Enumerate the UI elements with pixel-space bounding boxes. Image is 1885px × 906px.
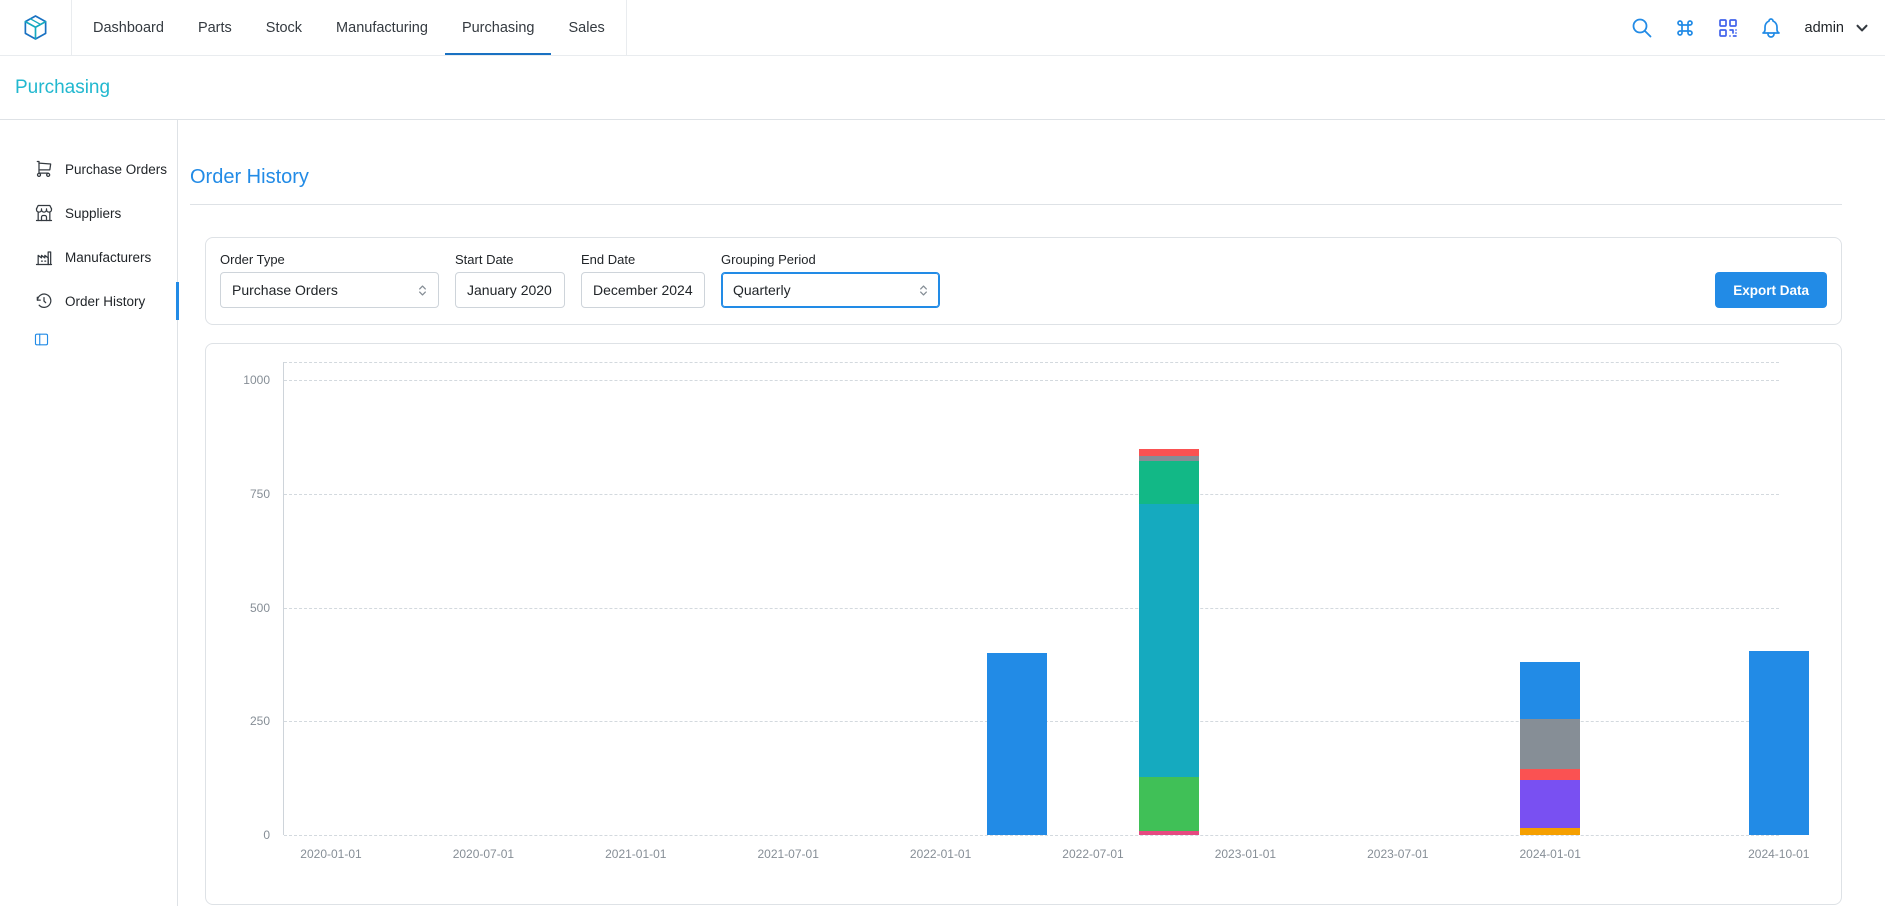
nav-tab-purchasing[interactable]: Purchasing bbox=[445, 0, 552, 55]
start-date-field bbox=[455, 272, 565, 308]
plot-area: 025050075010002020-01-012020-07-012021-0… bbox=[283, 362, 1779, 835]
grouping-period-label: Grouping Period bbox=[721, 252, 940, 267]
search-icon[interactable] bbox=[1625, 11, 1659, 45]
order-history-chart: 0 250 500 750 1000 2020-01-01 2020-07-01 2021-0… bbox=[205, 343, 1842, 905]
sidebar-item-label: Purchase Orders bbox=[65, 162, 167, 177]
bar-segment bbox=[1520, 662, 1580, 719]
username-label: admin bbox=[1805, 20, 1845, 36]
end-date-group: End Date bbox=[581, 252, 705, 308]
sidebar-item-suppliers[interactable]: Suppliers bbox=[0, 191, 177, 235]
user-menu[interactable]: admin bbox=[1805, 19, 1872, 37]
chevron-down-icon bbox=[1853, 19, 1871, 37]
app-root: Dashboard Parts Stock Manufacturing Purc… bbox=[0, 0, 1885, 906]
bar-segment bbox=[1139, 504, 1199, 777]
x-axis-tick-label: 2024-01-01 bbox=[1519, 847, 1580, 861]
bar-segment bbox=[987, 653, 1047, 835]
bar-segment bbox=[1139, 461, 1199, 504]
gridline bbox=[284, 608, 1779, 609]
purchasing-sidebar: Purchase Orders Suppliers bbox=[0, 120, 178, 906]
sidebar-item-order-history[interactable]: Order History bbox=[0, 279, 177, 323]
stacked-bar-2024-10-01 bbox=[1749, 651, 1809, 835]
nav-tab-manufacturing[interactable]: Manufacturing bbox=[319, 0, 445, 55]
end-date-input[interactable] bbox=[593, 282, 696, 298]
start-date-group: Start Date bbox=[455, 252, 565, 308]
x-axis-tick-label: 2023-01-01 bbox=[1215, 847, 1276, 861]
x-axis-tick-label: 2021-01-01 bbox=[605, 847, 666, 861]
order-type-label: Order Type bbox=[220, 252, 439, 267]
history-clock-icon bbox=[34, 291, 54, 311]
bar-segment bbox=[1520, 828, 1580, 835]
order-history-panel: Order History Order Type Purchase Orders bbox=[178, 120, 1885, 906]
grouping-period-select[interactable]: Quarterly bbox=[721, 272, 940, 308]
breadcrumb-purchasing-link[interactable]: Purchasing bbox=[15, 77, 110, 99]
breadcrumb: Purchasing bbox=[0, 56, 1885, 120]
bar-segment bbox=[1520, 719, 1580, 769]
nav-tab-parts[interactable]: Parts bbox=[181, 0, 249, 55]
sidebar-item-label: Order History bbox=[65, 294, 145, 309]
building-factory-icon bbox=[34, 247, 54, 267]
nav-tab-sales[interactable]: Sales bbox=[551, 0, 621, 55]
nav-tab-stock[interactable]: Stock bbox=[249, 0, 319, 55]
gridline bbox=[284, 494, 1779, 495]
x-axis-tick-label: 2023-07-01 bbox=[1367, 847, 1428, 861]
x-axis-tick-label: 2022-01-01 bbox=[910, 847, 971, 861]
bar-segment bbox=[1139, 831, 1199, 835]
building-store-icon bbox=[34, 203, 54, 223]
nav-tab-dashboard[interactable]: Dashboard bbox=[76, 0, 181, 55]
order-type-group: Order Type Purchase Orders bbox=[220, 252, 439, 308]
stacked-bar-2022-04-01 bbox=[987, 653, 1047, 835]
sidebar-item-purchase-orders[interactable]: Purchase Orders bbox=[0, 147, 177, 191]
stacked-bar-2024-01-01 bbox=[1520, 662, 1580, 835]
bar-segment bbox=[1520, 769, 1580, 780]
sidebar-item-label: Suppliers bbox=[65, 206, 121, 221]
sidebar-collapse-icon[interactable] bbox=[33, 331, 50, 348]
selector-icon bbox=[415, 283, 430, 298]
bar-segment bbox=[1749, 651, 1809, 835]
top-navbar: Dashboard Parts Stock Manufacturing Purc… bbox=[0, 0, 1885, 56]
y-axis-tick-label: 1000 bbox=[208, 373, 270, 388]
x-axis-tick-label: 2024-10-01 bbox=[1748, 847, 1809, 861]
scan-qr-icon[interactable] bbox=[1711, 11, 1745, 45]
sidebar-item-label: Manufacturers bbox=[65, 250, 151, 265]
sidebar-item-manufacturers[interactable]: Manufacturers bbox=[0, 235, 177, 279]
y-axis-tick-label: 0 bbox=[208, 828, 270, 843]
export-data-button[interactable]: Export Data bbox=[1715, 272, 1827, 308]
content-area: Purchase Orders Suppliers bbox=[0, 120, 1885, 906]
app-logo-icon[interactable] bbox=[22, 0, 49, 55]
grouping-period-value: Quarterly bbox=[733, 282, 791, 298]
selector-icon bbox=[916, 283, 931, 298]
command-icon[interactable] bbox=[1668, 11, 1702, 45]
gridline-top bbox=[284, 362, 1779, 363]
y-axis-tick-label: 250 bbox=[208, 714, 270, 729]
x-axis-tick-label: 2022-07-01 bbox=[1062, 847, 1123, 861]
x-axis-tick-label: 2020-01-01 bbox=[300, 847, 361, 861]
x-axis-tick-label: 2020-07-01 bbox=[453, 847, 514, 861]
bar-segment bbox=[1520, 780, 1580, 828]
start-date-label: Start Date bbox=[455, 252, 565, 267]
end-date-label: End Date bbox=[581, 252, 705, 267]
grouping-period-group: Grouping Period Quarterly bbox=[721, 252, 940, 308]
start-date-input[interactable] bbox=[467, 282, 556, 298]
filter-panel: Order Type Purchase Orders Start Date bbox=[205, 237, 1842, 325]
order-type-select[interactable]: Purchase Orders bbox=[220, 272, 439, 308]
notifications-bell-icon[interactable] bbox=[1754, 11, 1788, 45]
y-axis-tick-label: 750 bbox=[208, 487, 270, 502]
shopping-cart-icon bbox=[34, 159, 54, 179]
gridline bbox=[284, 835, 1779, 836]
gridline bbox=[284, 380, 1779, 381]
end-date-field bbox=[581, 272, 705, 308]
stacked-bar-2022-10-01 bbox=[1139, 449, 1199, 835]
bar-segment bbox=[1139, 449, 1199, 456]
order-type-value: Purchase Orders bbox=[232, 282, 338, 298]
main-nav-tabs: Dashboard Parts Stock Manufacturing Purc… bbox=[71, 0, 627, 55]
page-title: Order History bbox=[190, 165, 1842, 189]
title-divider bbox=[190, 204, 1842, 205]
y-axis-tick-label: 500 bbox=[208, 601, 270, 616]
navbar-actions: admin bbox=[1625, 0, 1872, 55]
x-axis-tick-label: 2021-07-01 bbox=[757, 847, 818, 861]
bar-segment bbox=[1139, 777, 1199, 832]
